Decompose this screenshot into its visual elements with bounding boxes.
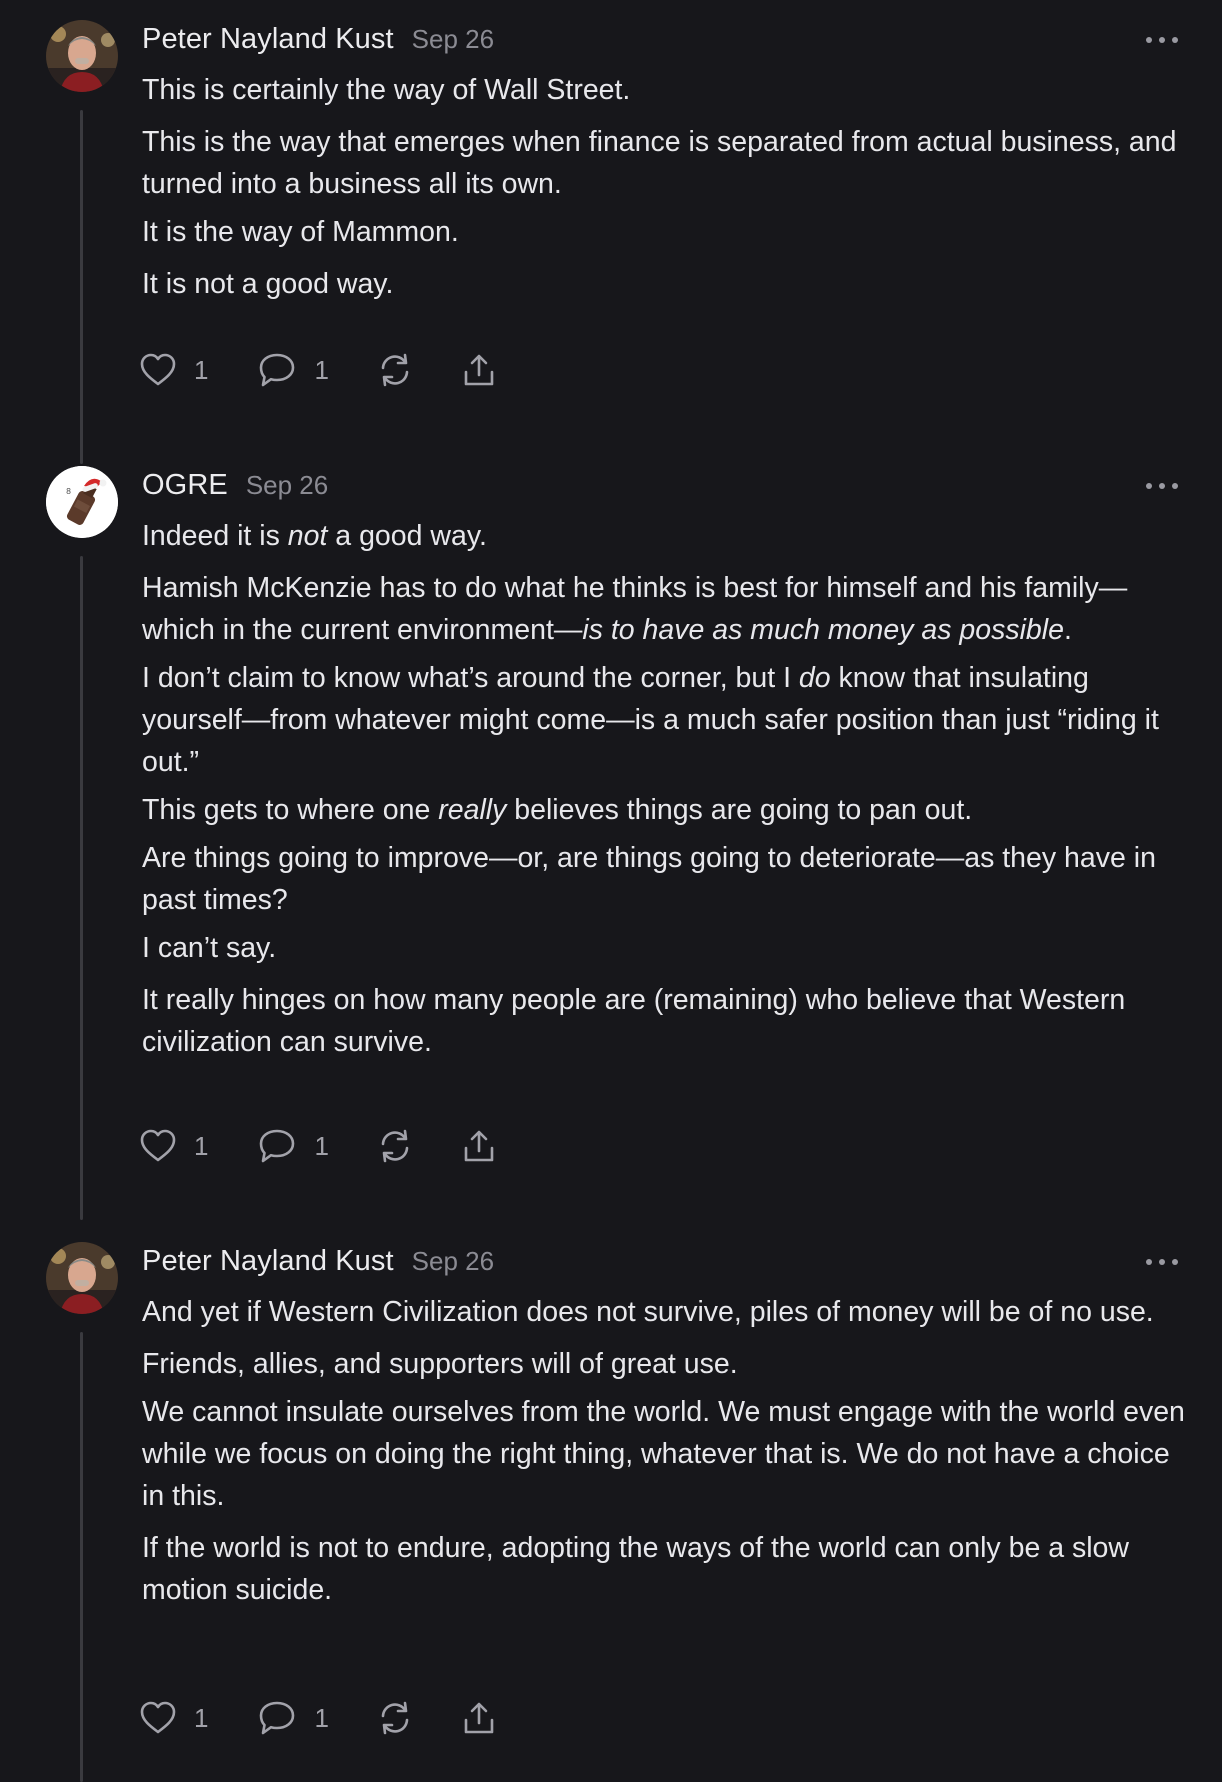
restack-button[interactable] bbox=[377, 352, 413, 388]
comment-paragraph: This is the way that emerges when financ… bbox=[142, 121, 1187, 205]
thread-line bbox=[80, 556, 83, 1220]
comment-header: Peter Nayland Kust Sep 26 bbox=[142, 1245, 494, 1289]
comment-icon bbox=[260, 353, 295, 387]
share-icon bbox=[464, 1702, 494, 1734]
paragraph-text: believes things are going to pan out. bbox=[506, 794, 973, 826]
share-icon bbox=[464, 1130, 494, 1162]
comment-paragraph: It really hinges on how many people are … bbox=[142, 979, 1187, 1063]
comment-paragraph: I can’t say. bbox=[142, 927, 1187, 969]
comment-paragraph: If the world is not to endure, adopting … bbox=[142, 1527, 1187, 1611]
restack-icon bbox=[381, 1129, 409, 1163]
thread-line bbox=[80, 110, 83, 464]
reply-button[interactable]: 1 bbox=[258, 1700, 329, 1736]
heart-icon bbox=[140, 1129, 176, 1162]
reply-button[interactable]: 1 bbox=[258, 1128, 329, 1164]
comment-header: OGRE Sep 26 bbox=[142, 469, 328, 513]
comment-actions: 1 1 bbox=[140, 350, 497, 390]
paragraph-text: And yet if Western Civilization does not… bbox=[142, 1296, 1154, 1328]
restack-button[interactable] bbox=[377, 1128, 413, 1164]
share-button[interactable] bbox=[461, 352, 497, 388]
more-options-icon[interactable] bbox=[1146, 30, 1178, 50]
comment-icon bbox=[260, 1701, 295, 1735]
comment-paragraph: It is the way of Mammon. bbox=[142, 211, 1187, 253]
like-count: 1 bbox=[194, 1702, 209, 1733]
comment-paragraph: And yet if Western Civilization does not… bbox=[142, 1291, 1187, 1333]
avatar[interactable] bbox=[46, 1242, 118, 1314]
more-options-icon[interactable] bbox=[1146, 476, 1178, 496]
like-count: 1 bbox=[194, 1130, 209, 1161]
paragraph-text: This is the way that emerges when financ… bbox=[142, 126, 1177, 200]
avatar[interactable]: 8 bbox=[46, 466, 118, 538]
comment-body: Indeed it is not a good way. Hamish McKen… bbox=[142, 515, 1187, 1063]
comment-date[interactable]: Sep 26 bbox=[246, 470, 328, 501]
emphasis-text: really bbox=[438, 794, 507, 826]
comment-paragraph: Friends, allies, and supporters will of … bbox=[142, 1343, 1187, 1385]
comment-actions: 1 1 bbox=[140, 1698, 497, 1738]
comment-paragraph: It is not a good way. bbox=[142, 263, 1187, 305]
paragraph-text: If the world is not to endure, adopting … bbox=[142, 1532, 1129, 1606]
restack-icon bbox=[381, 353, 409, 387]
restack-icon bbox=[381, 1701, 409, 1735]
comment-paragraph: Indeed it is not a good way. bbox=[142, 515, 1187, 557]
comment-paragraph: I don’t claim to know what’s around the … bbox=[142, 657, 1187, 783]
heart-icon bbox=[140, 353, 176, 386]
comment-date[interactable]: Sep 26 bbox=[412, 24, 494, 55]
like-button[interactable]: 1 bbox=[140, 1701, 208, 1735]
thread-line bbox=[80, 1332, 83, 1782]
paragraph-text: This gets to where one bbox=[142, 794, 439, 826]
author-name[interactable]: Peter Nayland Kust bbox=[142, 23, 394, 56]
avatar[interactable] bbox=[46, 20, 118, 92]
author-name[interactable]: Peter Nayland Kust bbox=[142, 1245, 394, 1278]
author-name[interactable]: OGRE bbox=[142, 469, 228, 502]
reply-count: 1 bbox=[314, 354, 329, 385]
comment-paragraph: Are things going to improve—or, are thin… bbox=[142, 837, 1187, 921]
reply-button[interactable]: 1 bbox=[258, 352, 329, 388]
comment-date[interactable]: Sep 26 bbox=[412, 1246, 494, 1277]
restack-button[interactable] bbox=[377, 1700, 413, 1736]
paragraph-text: Are things going to improve—or, are thin… bbox=[142, 842, 1156, 916]
reply-count: 1 bbox=[314, 1130, 329, 1161]
paragraph-text: This is certainly the way of Wall Street… bbox=[142, 74, 631, 106]
paragraph-text: It is not a good way. bbox=[142, 268, 394, 300]
paragraph-text: I can’t say. bbox=[142, 932, 277, 964]
reply-count: 1 bbox=[314, 1702, 329, 1733]
emphasis-text: not bbox=[287, 520, 328, 552]
emphasis-text: is to have as much money as possible bbox=[582, 614, 1064, 646]
comment-icon bbox=[260, 1129, 295, 1163]
comment-actions: 1 1 bbox=[140, 1126, 497, 1166]
emphasis-text: do bbox=[798, 662, 831, 694]
share-button[interactable] bbox=[461, 1128, 497, 1164]
comment-paragraph: Hamish McKenzie has to do what he thinks… bbox=[142, 567, 1187, 651]
comment-body: And yet if Western Civilization does not… bbox=[142, 1291, 1187, 1611]
like-count: 1 bbox=[194, 354, 209, 385]
like-button[interactable]: 1 bbox=[140, 353, 208, 387]
comment-header: Peter Nayland Kust Sep 26 bbox=[142, 23, 494, 67]
share-icon bbox=[464, 354, 494, 386]
paragraph-text: . bbox=[1063, 614, 1072, 646]
paragraph-text: We cannot insulate ourselves from the wo… bbox=[142, 1396, 1185, 1512]
paragraph-text: Indeed it is bbox=[142, 520, 288, 552]
comment-paragraph: We cannot insulate ourselves from the wo… bbox=[142, 1391, 1187, 1517]
comment-paragraph: This gets to where one really believes t… bbox=[142, 789, 1187, 831]
paragraph-text: It is the way of Mammon. bbox=[142, 216, 459, 248]
paragraph-text: Friends, allies, and supporters will of … bbox=[142, 1348, 738, 1380]
share-button[interactable] bbox=[461, 1700, 497, 1736]
paragraph-text: It really hinges on how many people are … bbox=[142, 984, 1126, 1058]
heart-icon bbox=[140, 1701, 176, 1734]
comment-body: This is certainly the way of Wall Street… bbox=[142, 69, 1187, 305]
paragraph-text: I don’t claim to know what’s around the … bbox=[142, 662, 799, 694]
like-button[interactable]: 1 bbox=[140, 1129, 208, 1163]
svg-text:8: 8 bbox=[66, 487, 71, 496]
more-options-icon[interactable] bbox=[1146, 1252, 1178, 1272]
comment-paragraph: This is certainly the way of Wall Street… bbox=[142, 69, 1187, 111]
paragraph-text: a good way. bbox=[327, 520, 487, 552]
